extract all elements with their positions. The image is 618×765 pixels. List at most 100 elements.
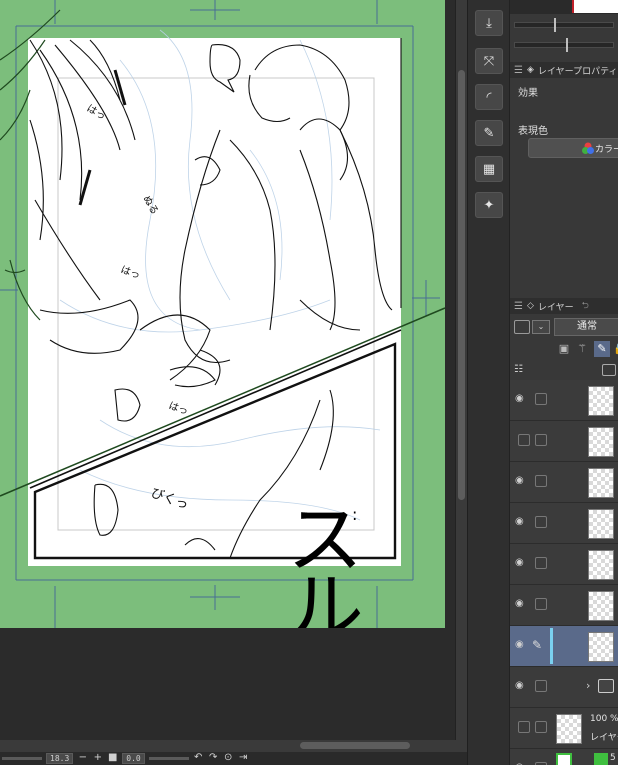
zoom-in-button[interactable]: + — [92, 753, 103, 764]
layer-property-icon: ◈ — [526, 65, 534, 75]
layer-thumbnail — [588, 509, 614, 539]
layer-label: 5 — [610, 753, 616, 763]
sfx-main-dots: : — [352, 505, 357, 524]
layer-folder-row[interactable]: ◉ › — [510, 667, 618, 708]
lock-checkbox[interactable] — [535, 434, 547, 446]
navigator-slider[interactable] — [2, 757, 42, 760]
vertical-scroll-thumb[interactable] — [458, 70, 465, 500]
layer-row[interactable]: ◉ — [510, 585, 618, 626]
layer-row[interactable]: 100 % レイヤー — [510, 708, 618, 749]
canvas-area[interactable]: スル : びくっ はっ はっ はっ ぬる — [0, 0, 455, 740]
eye-icon[interactable]: ◉ — [515, 517, 527, 527]
download-icon[interactable]: ⤓ — [475, 10, 503, 36]
layer-row[interactable]: ◉ — [510, 503, 618, 544]
chevron-down-icon[interactable]: ⌄ — [532, 320, 550, 334]
color-preview[interactable] — [572, 0, 618, 13]
layer-tab[interactable]: ☰ ◇ レイヤー ⮌ — [510, 298, 618, 314]
sfx-ha-1: はっ — [85, 102, 108, 122]
layer-property-tab[interactable]: ☰ ◈ レイヤープロパティ — [510, 62, 618, 78]
rotate-right-icon[interactable]: ↷ — [208, 753, 219, 764]
eye-icon[interactable]: ◉ — [515, 681, 527, 691]
paper-color-swatch-2 — [594, 753, 608, 765]
visibility-checkbox[interactable] — [518, 434, 530, 446]
sfx-bidzu: びくっ — [149, 486, 191, 513]
menu-icon[interactable]: ☰ — [514, 65, 523, 76]
reset-rotation-icon[interactable]: ⊙ — [223, 753, 234, 764]
lock-checkbox[interactable] — [535, 475, 547, 487]
eye-icon[interactable]: ◉ — [515, 599, 527, 609]
flip-icon[interactable]: ⇥ — [238, 753, 249, 764]
blend-mode-select[interactable]: 通常 — [554, 318, 618, 336]
figure-icon[interactable]: ✦ — [475, 192, 503, 218]
layer-name: レイヤー — [590, 733, 618, 743]
layer-row[interactable]: ◉ — [510, 380, 618, 421]
layer-color-box[interactable] — [514, 320, 530, 334]
lock-checkbox[interactable] — [535, 680, 547, 692]
brush-slider-1[interactable] — [514, 18, 614, 32]
new-layer-icon[interactable] — [602, 364, 616, 376]
sfx-ha-2: はっ — [119, 264, 142, 282]
menu-icon[interactable]: ☰ — [514, 301, 523, 312]
eye-icon[interactable]: ◉ — [515, 476, 527, 486]
lock-checkbox[interactable] — [535, 393, 547, 405]
eye-icon[interactable]: ◉ — [515, 558, 527, 568]
layer-row[interactable]: ◉ 5 — [510, 749, 618, 765]
blend-mode-row: ⌄ 通常 — [510, 316, 618, 338]
layer-row[interactable] — [510, 421, 618, 462]
zoom-out-button[interactable]: − — [77, 753, 88, 764]
square-icon[interactable]: ■ — [107, 753, 118, 764]
app-window: スル : びくっ はっ はっ はっ ぬる 18.3 − + ■ 0.0 ↶ ↷ … — [0, 0, 618, 765]
layer-list: ◉ ◉ ◉ ◉ ◉ ◉ ✎ ◉ › 100 % レイヤ 5 — [510, 380, 618, 765]
color-mode-button[interactable]: カラー — [528, 138, 618, 158]
layer-thumbnail — [588, 386, 614, 416]
undo-icon[interactable]: ⮌ — [582, 298, 589, 314]
color-mode-label: カラー — [595, 144, 618, 155]
sfx-ha-3: はっ — [167, 400, 190, 418]
layer-thumbnail — [588, 427, 614, 457]
paper-color-swatch — [556, 753, 572, 765]
zoom-input[interactable]: 18.3 — [46, 753, 74, 764]
reference-icon[interactable]: ⚚ — [574, 341, 590, 357]
hair-strokes-outside — [0, 9, 445, 497]
lock-checkbox[interactable] — [535, 557, 547, 569]
vertical-scrollbar[interactable] — [455, 0, 467, 740]
rotation-slider[interactable] — [148, 757, 189, 760]
layer-toolbar: ▣ ⚚ ✎ 🔒 — [510, 338, 618, 360]
transform-icon[interactable]: ⤧ — [475, 48, 503, 74]
layer-row-selected[interactable]: ◉ ✎ — [510, 626, 618, 667]
rotate-left-icon[interactable]: ↶ — [193, 753, 204, 764]
edit-box-icon[interactable]: ✎ — [475, 120, 503, 146]
lock-icon[interactable]: 🔒 — [612, 341, 618, 357]
lock-checkbox[interactable] — [535, 721, 547, 733]
rgb-color-icon — [582, 142, 594, 154]
eye-icon[interactable]: ◉ — [515, 394, 527, 404]
brush-slider-2[interactable] — [514, 38, 614, 52]
grid-icon[interactable]: ▦ — [475, 156, 503, 182]
layer-thumbnail — [556, 714, 582, 744]
layer-list-icon[interactable]: ☷ — [514, 364, 523, 375]
angle-input[interactable]: 0.0 — [122, 753, 145, 764]
horizontal-scrollbar[interactable] — [0, 740, 467, 752]
eye-icon[interactable]: ◉ — [515, 640, 527, 650]
selection-indicator — [550, 628, 553, 664]
layer-row[interactable]: ◉ — [510, 462, 618, 503]
horizontal-scroll-thumb[interactable] — [300, 742, 410, 749]
expression-color-label: 表現色 — [518, 126, 548, 137]
visibility-checkbox[interactable] — [518, 721, 530, 733]
sketch-lines — [59, 29, 381, 521]
draft-icon[interactable]: ✎ — [594, 341, 610, 357]
pen-icon: ✎ — [532, 638, 543, 652]
lock-checkbox[interactable] — [535, 598, 547, 610]
lock-checkbox[interactable] — [535, 516, 547, 528]
layer-row[interactable]: ◉ — [510, 544, 618, 585]
status-bar: 18.3 − + ■ 0.0 ↶ ↷ ⊙ ⇥ — [0, 752, 467, 765]
folder-icon — [598, 679, 614, 693]
hair-strokes-inside — [29, 38, 402, 560]
sfx-main: スル — [273, 498, 363, 628]
chevron-right-icon[interactable]: › — [586, 679, 590, 692]
sfx-nuru: ぬる — [140, 194, 160, 217]
curve-icon[interactable]: ◜ — [475, 84, 503, 110]
layers-icon: ◇ — [526, 301, 534, 311]
clip-icon[interactable]: ▣ — [556, 341, 572, 357]
layer-opacity: 100 % — [590, 714, 618, 724]
